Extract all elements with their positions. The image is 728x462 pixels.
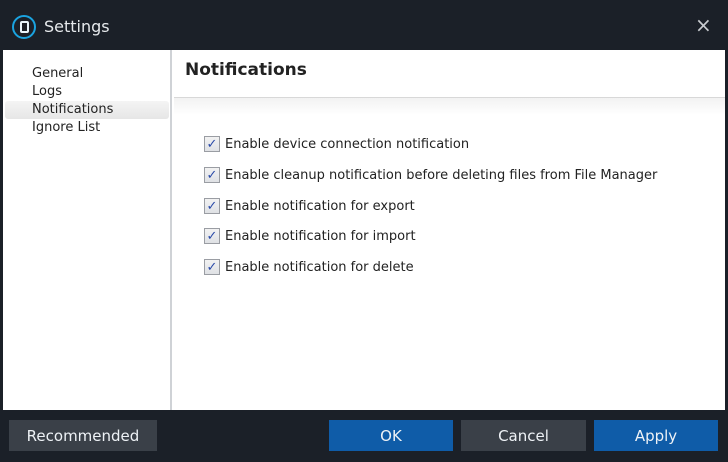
checkbox[interactable]: ✓ <box>204 136 220 152</box>
page-title: Notifications <box>185 60 307 80</box>
recommended-button[interactable]: Recommended <box>9 420 157 451</box>
sidebar-item-ignore-list[interactable]: Ignore List <box>5 119 169 137</box>
sidebar-item-notifications[interactable]: Notifications <box>5 101 169 119</box>
sidebar-item-general[interactable]: General <box>5 65 169 83</box>
ok-button[interactable]: OK <box>329 420 453 451</box>
title-bar: Settings × <box>0 0 728 50</box>
app-logo-icon <box>12 15 36 39</box>
option-label: Enable cleanup notification before delet… <box>225 167 658 183</box>
option-delete[interactable]: ✓ Enable notification for delete <box>204 259 414 275</box>
option-label: Enable notification for import <box>225 228 416 244</box>
option-label: Enable notification for export <box>225 198 415 214</box>
apply-button[interactable]: Apply <box>594 420 718 451</box>
sidebar-item-logs[interactable]: Logs <box>5 83 169 101</box>
option-cleanup[interactable]: ✓ Enable cleanup notification before dele… <box>204 167 657 183</box>
option-device-connection[interactable]: ✓ Enable device connection notification <box>204 136 469 152</box>
settings-panel: General Logs Notifications Ignore List N… <box>3 50 725 410</box>
checkbox[interactable]: ✓ <box>204 259 220 275</box>
checkbox[interactable]: ✓ <box>204 228 220 244</box>
option-import[interactable]: ✓ Enable notification for import <box>204 228 416 244</box>
option-label: Enable notification for delete <box>225 259 414 275</box>
close-icon[interactable]: × <box>695 13 712 37</box>
option-export[interactable]: ✓ Enable notification for export <box>204 198 415 214</box>
cancel-button[interactable]: Cancel <box>461 420 586 451</box>
sidebar: General Logs Notifications Ignore List <box>3 50 172 410</box>
option-label: Enable device connection notification <box>225 136 470 152</box>
checkbox[interactable]: ✓ <box>204 167 220 183</box>
checkbox[interactable]: ✓ <box>204 198 220 214</box>
window-title: Settings <box>44 17 110 36</box>
divider <box>174 97 725 115</box>
